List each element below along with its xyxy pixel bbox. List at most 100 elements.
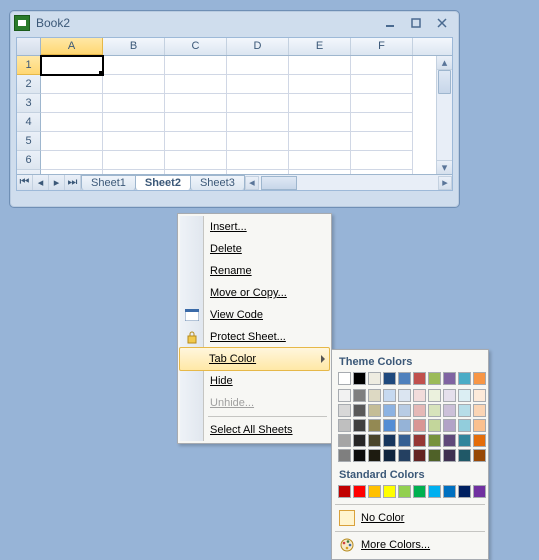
color-swatch[interactable] xyxy=(443,449,456,462)
cell[interactable] xyxy=(103,75,165,94)
cell[interactable] xyxy=(289,75,351,94)
color-swatch[interactable] xyxy=(398,372,411,385)
color-swatch[interactable] xyxy=(353,372,366,385)
color-swatch[interactable] xyxy=(413,485,426,498)
scroll-right-button[interactable]: ▸ xyxy=(438,176,452,190)
color-swatch[interactable] xyxy=(458,404,471,417)
row-header-6[interactable]: 6 xyxy=(17,151,41,170)
cell[interactable] xyxy=(41,151,103,170)
cell[interactable] xyxy=(289,56,351,75)
color-swatch[interactable] xyxy=(353,449,366,462)
row-header-2[interactable]: 2 xyxy=(17,75,41,94)
color-swatch[interactable] xyxy=(413,372,426,385)
row-header-4[interactable]: 4 xyxy=(17,113,41,132)
color-swatch[interactable] xyxy=(338,389,351,402)
color-swatch[interactable] xyxy=(458,434,471,447)
color-swatch[interactable] xyxy=(398,419,411,432)
color-swatch[interactable] xyxy=(338,404,351,417)
color-swatch[interactable] xyxy=(443,372,456,385)
cell[interactable] xyxy=(351,56,413,75)
scroll-down-button[interactable]: ▾ xyxy=(437,160,452,174)
color-swatch[interactable] xyxy=(383,419,396,432)
hscroll-thumb[interactable] xyxy=(261,176,297,190)
color-swatch[interactable] xyxy=(383,404,396,417)
color-swatch[interactable] xyxy=(338,485,351,498)
cell[interactable] xyxy=(41,75,103,94)
cell[interactable] xyxy=(41,94,103,113)
cell[interactable] xyxy=(165,132,227,151)
menu-item-select-all-sheets[interactable]: Select All Sheets xyxy=(180,419,329,441)
more-colors-item[interactable]: More Colors... xyxy=(335,534,485,556)
color-swatch[interactable] xyxy=(413,449,426,462)
color-swatch[interactable] xyxy=(443,485,456,498)
color-swatch[interactable] xyxy=(428,419,441,432)
color-swatch[interactable] xyxy=(413,419,426,432)
cell[interactable] xyxy=(351,75,413,94)
scroll-up-button[interactable]: ▴ xyxy=(437,56,452,70)
cell[interactable] xyxy=(289,132,351,151)
color-swatch[interactable] xyxy=(428,485,441,498)
titlebar[interactable]: Book2 xyxy=(10,11,459,35)
maximize-button[interactable] xyxy=(407,15,425,31)
color-swatch[interactable] xyxy=(428,372,441,385)
sheet-tab-3[interactable]: Sheet3 xyxy=(190,175,245,190)
color-swatch[interactable] xyxy=(473,372,486,385)
cell[interactable] xyxy=(103,113,165,132)
color-swatch[interactable] xyxy=(473,449,486,462)
cell[interactable] xyxy=(165,94,227,113)
cell[interactable] xyxy=(165,56,227,75)
cell[interactable] xyxy=(289,94,351,113)
color-swatch[interactable] xyxy=(353,434,366,447)
cell-A1[interactable] xyxy=(41,56,103,75)
color-swatch[interactable] xyxy=(353,389,366,402)
cell[interactable] xyxy=(227,75,289,94)
menu-item-tab-color[interactable]: Tab Color xyxy=(179,347,330,371)
color-swatch[interactable] xyxy=(353,485,366,498)
color-swatch[interactable] xyxy=(428,389,441,402)
cell[interactable] xyxy=(103,94,165,113)
vertical-scrollbar[interactable]: ▴ ▾ xyxy=(436,56,452,174)
color-swatch[interactable] xyxy=(368,389,381,402)
color-swatch[interactable] xyxy=(368,485,381,498)
color-swatch[interactable] xyxy=(383,449,396,462)
menu-item-hide[interactable]: Hide xyxy=(180,370,329,392)
cell[interactable] xyxy=(289,151,351,170)
color-swatch[interactable] xyxy=(473,434,486,447)
color-swatch[interactable] xyxy=(368,372,381,385)
color-swatch[interactable] xyxy=(338,434,351,447)
sheet-tab-1[interactable]: Sheet1 xyxy=(81,175,136,190)
row-header-1[interactable]: 1 xyxy=(17,56,41,75)
cell[interactable] xyxy=(103,56,165,75)
cell[interactable] xyxy=(103,132,165,151)
menu-item-rename[interactable]: Rename xyxy=(180,260,329,282)
color-swatch[interactable] xyxy=(443,404,456,417)
col-header-D[interactable]: D xyxy=(227,38,289,55)
col-header-B[interactable]: B xyxy=(103,38,165,55)
color-swatch[interactable] xyxy=(398,434,411,447)
spreadsheet-grid[interactable]: A B C D E F 1 2 3 4 5 6 7 ▴ ▾ ⏮ ◂ ▸ ⏭ xyxy=(16,37,453,191)
cell[interactable] xyxy=(103,151,165,170)
color-swatch[interactable] xyxy=(398,404,411,417)
color-swatch[interactable] xyxy=(398,449,411,462)
color-swatch[interactable] xyxy=(413,404,426,417)
menu-item-view-code[interactable]: View Code xyxy=(180,304,329,326)
cell[interactable] xyxy=(227,94,289,113)
close-button[interactable] xyxy=(433,15,451,31)
col-header-E[interactable]: E xyxy=(289,38,351,55)
menu-item-move-or-copy[interactable]: Move or Copy... xyxy=(180,282,329,304)
color-swatch[interactable] xyxy=(428,449,441,462)
last-sheet-button[interactable]: ⏭ xyxy=(65,175,81,190)
color-swatch[interactable] xyxy=(443,389,456,402)
color-swatch[interactable] xyxy=(383,434,396,447)
col-header-A[interactable]: A xyxy=(41,38,103,55)
menu-item-delete[interactable]: Delete xyxy=(180,238,329,260)
color-swatch[interactable] xyxy=(428,404,441,417)
color-swatch[interactable] xyxy=(353,404,366,417)
color-swatch[interactable] xyxy=(383,372,396,385)
color-swatch[interactable] xyxy=(383,485,396,498)
color-swatch[interactable] xyxy=(473,404,486,417)
next-sheet-button[interactable]: ▸ xyxy=(49,175,65,190)
color-swatch[interactable] xyxy=(443,434,456,447)
cell[interactable] xyxy=(351,94,413,113)
cell[interactable] xyxy=(41,113,103,132)
